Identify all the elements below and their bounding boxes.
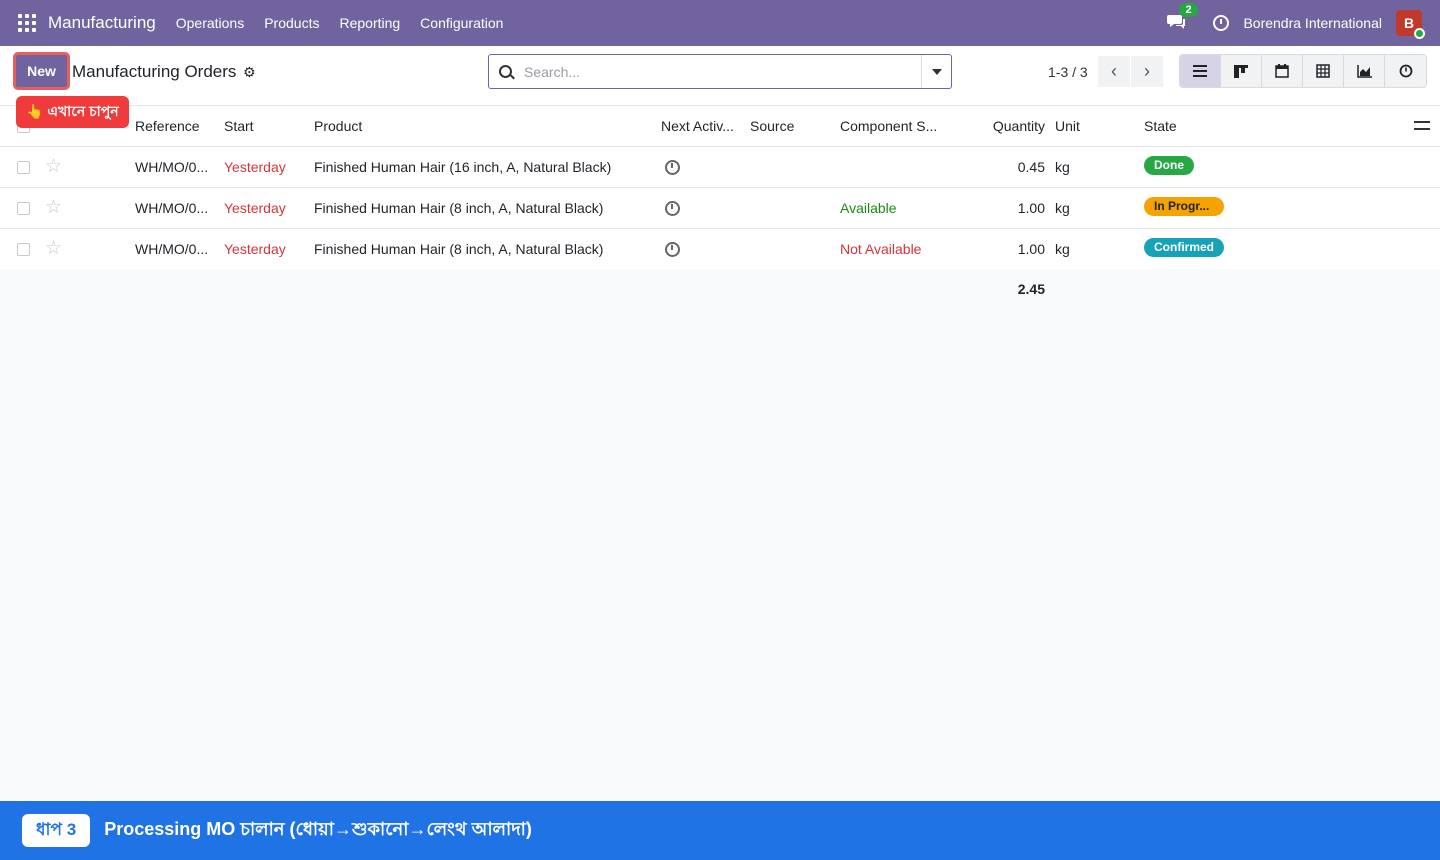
pager-previous-button[interactable]: ‹ xyxy=(1098,56,1130,87)
cell-quantity: 1.00 xyxy=(1017,241,1045,257)
tutorial-step-banner: ধাপ 3 Processing MO চালান (ধোয়া→শুকানো→… xyxy=(0,801,1440,860)
column-source[interactable]: Source xyxy=(750,106,794,147)
search-bar xyxy=(488,54,952,89)
pager-next-button[interactable]: › xyxy=(1131,56,1163,87)
cell-start: Yesterday xyxy=(224,200,286,216)
pivot-table-icon xyxy=(1316,64,1330,78)
column-next-activity[interactable]: Next Activ... xyxy=(661,106,734,147)
column-reference[interactable]: Reference xyxy=(135,106,200,147)
view-switcher xyxy=(1179,54,1427,88)
list-view-button[interactable] xyxy=(1180,55,1221,87)
clock-icon xyxy=(1399,64,1412,78)
column-unit[interactable]: Unit xyxy=(1055,106,1080,147)
state-badge: In Progr... xyxy=(1144,197,1224,216)
cell-unit: kg xyxy=(1055,159,1070,175)
search-icon xyxy=(499,65,512,78)
user-avatar[interactable]: B xyxy=(1396,10,1425,39)
cell-reference: WH/MO/0... xyxy=(135,200,209,216)
priority-star-icon[interactable]: ☆ xyxy=(45,147,62,186)
menu-products[interactable]: Products xyxy=(264,15,319,31)
manufacturing-orders-list: Reference Start Product Next Activ... So… xyxy=(0,106,1440,270)
online-status-dot xyxy=(1414,28,1425,39)
cell-reference: WH/MO/0... xyxy=(135,241,209,257)
row-checkbox[interactable] xyxy=(17,202,30,215)
calendar-icon xyxy=(1275,64,1289,78)
list-icon xyxy=(1193,65,1207,77)
cell-start: Yesterday xyxy=(224,159,286,175)
chevron-right-icon: › xyxy=(1144,61,1150,81)
priority-star-icon[interactable]: ☆ xyxy=(45,229,62,268)
cell-product: Finished Human Hair (8 inch, A, Natural … xyxy=(314,200,604,216)
navbar-systray: 2 Borendra International B xyxy=(1167,0,1425,46)
row-checkbox[interactable] xyxy=(17,161,30,174)
kanban-icon xyxy=(1234,64,1248,78)
search-options-toggle[interactable] xyxy=(921,55,951,88)
column-state[interactable]: State xyxy=(1144,106,1177,147)
company-switcher[interactable]: Borendra International xyxy=(1243,15,1382,31)
pager-value[interactable]: 1-3 / 3 xyxy=(1048,64,1088,80)
activity-clock-icon[interactable] xyxy=(665,201,680,216)
activity-clock-icon[interactable] xyxy=(665,242,680,257)
step-description: Processing MO চালান (ধোয়া→শুকানো→লেংথ আ… xyxy=(104,819,532,839)
calendar-view-button[interactable] xyxy=(1262,55,1303,87)
menu-reporting[interactable]: Reporting xyxy=(339,15,400,31)
area-chart-icon xyxy=(1356,64,1372,78)
column-component-status[interactable]: Component S... xyxy=(840,106,937,147)
activity-view-button[interactable] xyxy=(1385,55,1426,87)
table-row[interactable]: ☆ WH/MO/0... Yesterday Finished Human Ha… xyxy=(0,147,1440,188)
priority-star-icon[interactable]: ☆ xyxy=(45,188,62,227)
menu-configuration[interactable]: Configuration xyxy=(420,15,503,31)
new-button[interactable]: New xyxy=(13,52,70,90)
discuss-button[interactable]: 2 xyxy=(1167,3,1198,33)
column-start[interactable]: Start xyxy=(224,106,254,147)
cell-quantity: 0.45 xyxy=(1017,159,1045,175)
activity-clock-icon[interactable] xyxy=(1213,15,1230,31)
avatar-letter: B xyxy=(1403,15,1415,31)
cell-unit: kg xyxy=(1055,200,1070,216)
chevron-left-icon: ‹ xyxy=(1111,61,1117,81)
cell-quantity: 1.00 xyxy=(1017,200,1045,216)
control-panel: New Manufacturing Orders ⚙ 👆 এখানে চাপুন… xyxy=(0,46,1440,128)
menu-operations[interactable]: Operations xyxy=(176,15,244,31)
search-input[interactable] xyxy=(524,63,904,80)
click-here-tooltip: 👆 এখানে চাপুন xyxy=(16,96,129,128)
optional-columns-icon[interactable] xyxy=(1414,119,1430,133)
total-quantity: 2.45 xyxy=(1017,281,1045,297)
row-checkbox[interactable] xyxy=(17,243,30,256)
table-header: Reference Start Product Next Activ... So… xyxy=(0,106,1440,147)
apps-grid-icon[interactable] xyxy=(18,14,36,32)
top-navbar: Manufacturing Operations Products Report… xyxy=(0,0,1440,46)
cell-reference: WH/MO/0... xyxy=(135,159,209,175)
step-number-chip: ধাপ 3 xyxy=(22,814,91,847)
state-badge: Done xyxy=(1144,156,1194,175)
column-product[interactable]: Product xyxy=(314,106,362,147)
gear-icon[interactable]: ⚙ xyxy=(243,64,256,81)
chat-count-badge: 2 xyxy=(1179,3,1198,17)
cell-component-status: Available xyxy=(840,200,897,216)
app-brand[interactable]: Manufacturing xyxy=(48,13,156,33)
caret-down-icon xyxy=(931,68,942,75)
kanban-view-button[interactable] xyxy=(1221,55,1262,87)
column-quantity[interactable]: Quantity xyxy=(993,106,1045,147)
cell-component-status: Not Available xyxy=(840,241,922,257)
cell-start: Yesterday xyxy=(224,241,286,257)
cell-product: Finished Human Hair (8 inch, A, Natural … xyxy=(314,241,604,257)
pivot-view-button[interactable] xyxy=(1303,55,1344,87)
activity-clock-icon[interactable] xyxy=(665,160,680,175)
cell-product: Finished Human Hair (16 inch, A, Natural… xyxy=(314,159,612,175)
table-row[interactable]: ☆ WH/MO/0... Yesterday Finished Human Ha… xyxy=(0,229,1440,270)
state-badge: Confirmed xyxy=(1144,238,1224,257)
aggregate-row: 2.45 xyxy=(0,269,1440,310)
graph-view-button[interactable] xyxy=(1344,55,1385,87)
page-title: Manufacturing Orders xyxy=(72,62,237,81)
table-row[interactable]: ☆ WH/MO/0... Yesterday Finished Human Ha… xyxy=(0,188,1440,229)
cell-unit: kg xyxy=(1055,241,1070,257)
